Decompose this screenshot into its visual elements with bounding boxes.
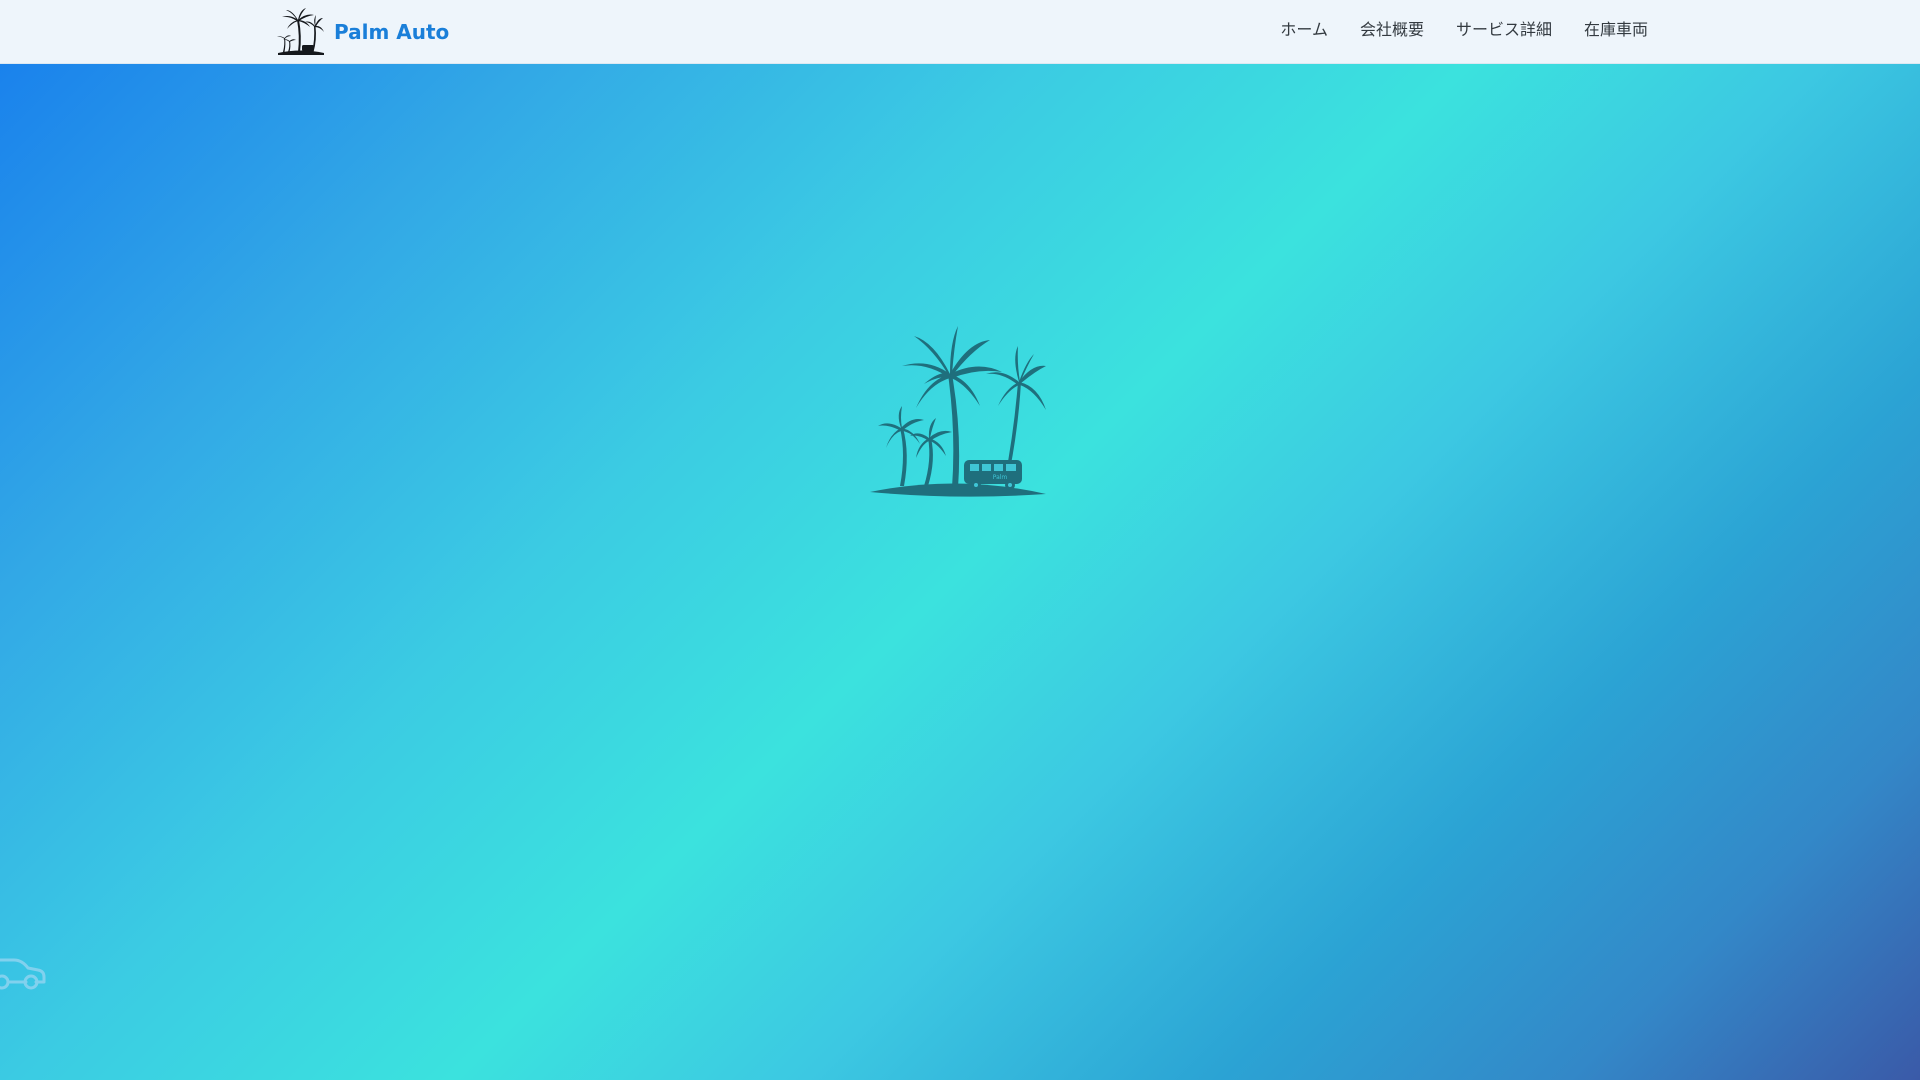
brand-home-link[interactable]: Palm Auto: [276, 8, 449, 56]
palm-trees-logo-icon: [277, 8, 324, 55]
main-nav: ホーム 会社概要 サービス詳細 在庫車両: [1280, 0, 1648, 56]
palm-island-emblem-icon: Palm: [870, 326, 1046, 497]
hero-section: Palm: [0, 64, 1920, 1080]
nav-item-home[interactable]: ホーム: [1280, 16, 1328, 40]
nav-item-company[interactable]: 会社概要: [1360, 16, 1424, 40]
emblem-van-text: Palm: [993, 474, 1008, 481]
car-outline-icon: [0, 958, 46, 990]
brand-name: Palm Auto: [334, 20, 450, 44]
site-header: Palm Auto ホーム 会社概要 サービス詳細 在庫車両: [0, 0, 1920, 64]
nav-item-inventory[interactable]: 在庫車両: [1584, 16, 1648, 40]
nav-item-services[interactable]: サービス詳細: [1456, 16, 1552, 40]
